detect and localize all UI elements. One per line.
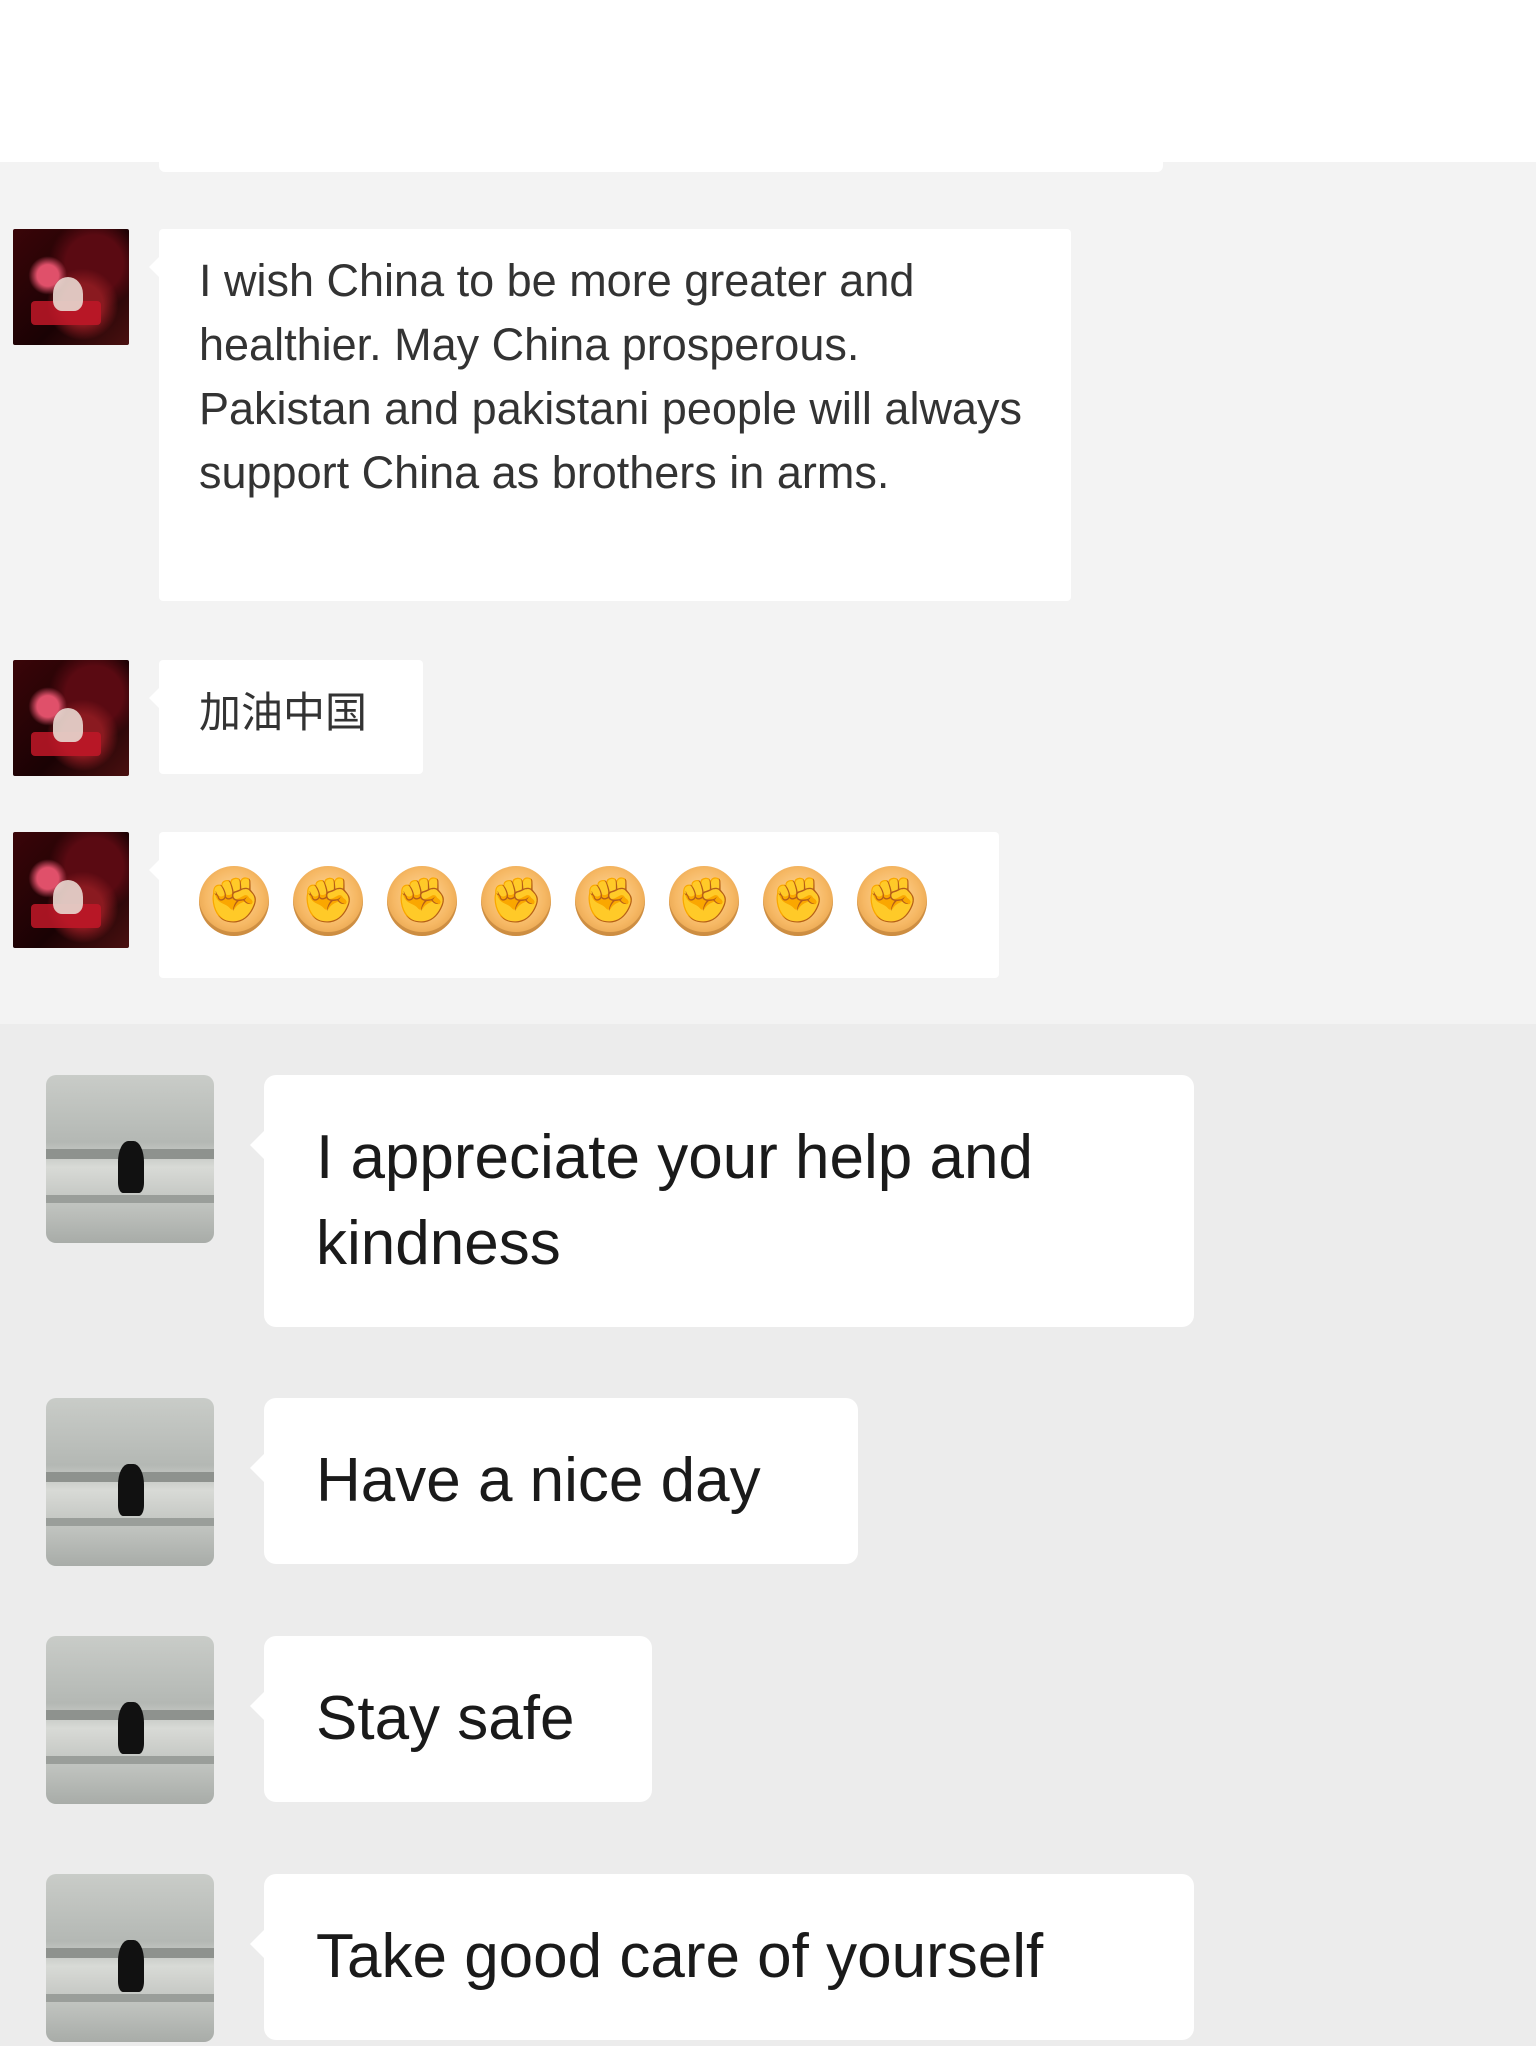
chat-screen: I wish China to be more greater and heal… <box>0 0 1536 2046</box>
message-text: I wish China to be more greater and heal… <box>199 255 1022 498</box>
fist-bump-icon: ✊ <box>857 866 927 936</box>
avatar-image <box>118 1702 144 1754</box>
fist-bump-icon: ✊ <box>387 866 457 936</box>
message-text: Take good care of yourself <box>316 1922 1044 1991</box>
avatar-image <box>53 708 83 742</box>
avatar-image <box>46 1195 214 1203</box>
message-bubble[interactable]: I wish China to be more greater and heal… <box>149 229 1071 601</box>
fist-bump-icon: ✊ <box>669 866 739 936</box>
avatar-image <box>46 1518 214 1526</box>
message-bubble[interactable]: Take good care of yourself <box>250 1874 1194 2040</box>
message-bubble[interactable]: I appreciate your help and kindness <box>250 1075 1194 1327</box>
avatar[interactable] <box>46 1398 214 1566</box>
avatar-image <box>118 1464 144 1516</box>
message-text: Stay safe <box>316 1684 575 1753</box>
avatar-image <box>46 1756 214 1764</box>
avatar[interactable] <box>13 229 129 345</box>
fist-bump-icon: ✊ <box>575 866 645 936</box>
avatar[interactable] <box>13 832 129 948</box>
fist-bump-icon: ✊ <box>763 866 833 936</box>
message-text: Have a nice day <box>316 1446 761 1515</box>
avatar-image <box>53 880 83 914</box>
avatar[interactable] <box>46 1075 214 1243</box>
cropped-message-bubble <box>159 128 1163 172</box>
message-bubble[interactable]: 加油中国 <box>149 660 423 774</box>
message-bubble[interactable]: Have a nice day <box>250 1398 858 1564</box>
avatar[interactable] <box>13 660 129 776</box>
fist-bump-icon: ✊ <box>199 866 269 936</box>
message-text: 加油中国 <box>199 688 368 737</box>
fist-bump-icon: ✊ <box>481 866 551 936</box>
avatar-image <box>46 1994 214 2002</box>
message-text: I appreciate your help and kindness <box>316 1123 1033 1278</box>
emoji-row: ✊ ✊ ✊ ✊ ✊ ✊ ✊ ✊ <box>159 832 999 970</box>
fist-bump-icon: ✊ <box>293 866 363 936</box>
avatar-image <box>53 277 83 311</box>
message-bubble[interactable]: Stay safe <box>250 1636 652 1802</box>
avatar-image <box>118 1141 144 1193</box>
avatar[interactable] <box>46 1636 214 1804</box>
avatar[interactable] <box>46 1874 214 2042</box>
avatar-image <box>118 1940 144 1992</box>
message-bubble-emoji[interactable]: ✊ ✊ ✊ ✊ ✊ ✊ ✊ ✊ <box>149 832 999 978</box>
